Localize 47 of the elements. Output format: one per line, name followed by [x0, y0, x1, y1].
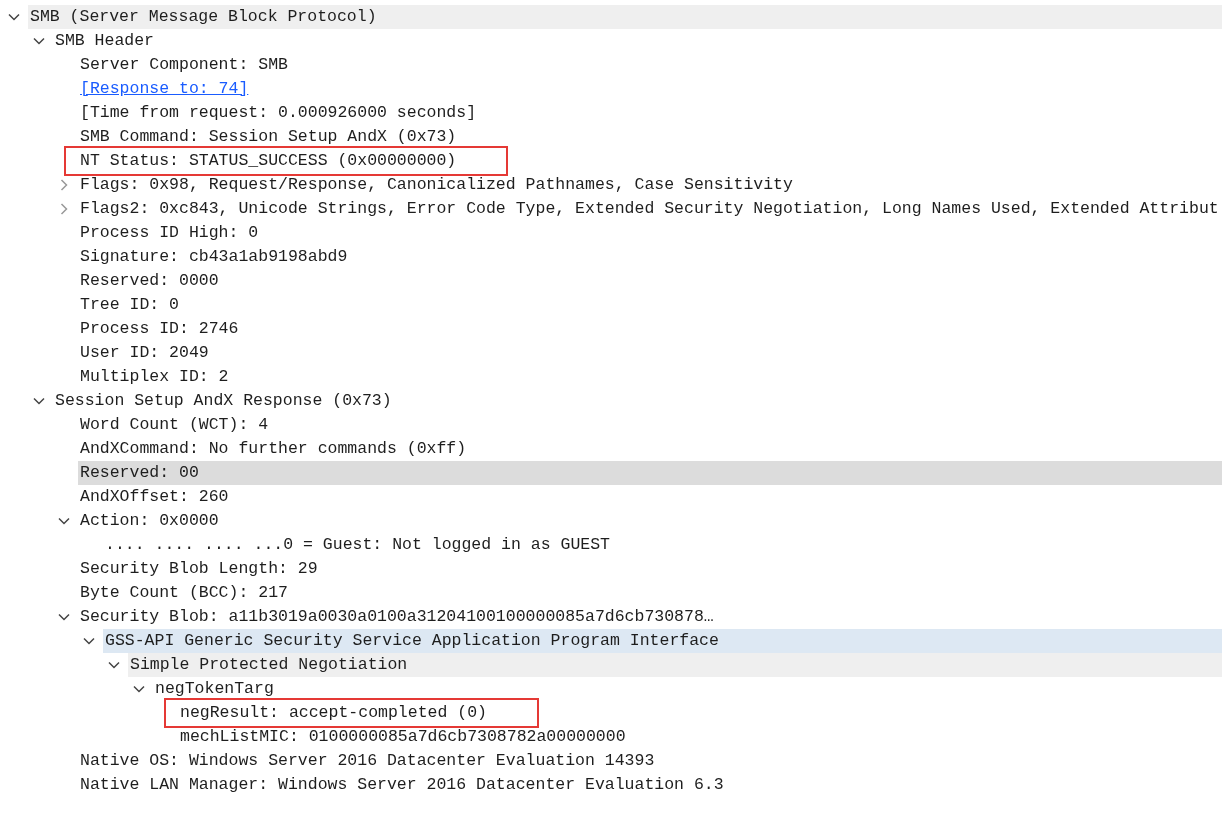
field-text: Security Blob: a11b3019a0030a0100a31204100100000085a7d6cb730878…	[80, 605, 714, 628]
chevron-right-icon[interactable]	[60, 203, 68, 215]
response-link[interactable]: [Response to: 74]	[80, 76, 249, 102]
field-text: Reserved: 00	[80, 461, 199, 484]
field-text: SMB (Server Message Block Protocol)	[30, 5, 377, 28]
field-text: AndXCommand: No further commands (0xff)	[80, 437, 467, 460]
chevron-down-icon[interactable]	[83, 637, 95, 645]
field-text: User ID: 2049	[80, 341, 209, 364]
field-text: NT Status: STATUS_SUCCESS (0x00000000)	[80, 149, 457, 172]
field-text: Server Component: SMB	[80, 53, 288, 76]
field-text: Native OS: Windows Server 2016 Datacenter Evaluation 14393	[80, 749, 655, 772]
field-text: Multiplex ID: 2	[80, 365, 229, 388]
field-text: Session Setup AndX Response (0x73)	[55, 389, 392, 412]
field-text: Tree ID: 0	[80, 293, 180, 316]
row-highlight[interactable]: SMB (Server Message Block Protocol)	[28, 5, 1222, 29]
chevron-down-icon[interactable]	[108, 661, 120, 669]
chevron-down-icon[interactable]	[8, 13, 20, 21]
chevron-down-icon[interactable]	[33, 37, 45, 45]
chevron-down-icon[interactable]	[33, 397, 45, 405]
field-text: negResult: accept-completed (0)	[180, 701, 487, 724]
row-highlight[interactable]: GSS-API Generic Security Service Application Program Interface	[103, 629, 1222, 653]
field-text: negTokenTarg	[155, 677, 274, 700]
row-highlight[interactable]: Simple Protected Negotiation	[128, 653, 1222, 677]
chevron-down-icon[interactable]	[58, 613, 70, 621]
field-text: Native LAN Manager: Windows Server 2016 Datacenter Evaluation 6.3	[80, 773, 724, 796]
field-text: Reserved: 0000	[80, 269, 219, 292]
field-text: AndXOffset: 260	[80, 485, 229, 508]
field-text: Byte Count (BCC): 217	[80, 581, 288, 604]
field-text: Flags: 0x98, Request/Response, Canonicalized Pathnames, Case Sensitivity	[80, 173, 793, 196]
chevron-down-icon[interactable]	[133, 685, 145, 693]
field-text: Process ID High: 0	[80, 221, 259, 244]
field-text: Security Blob Length: 29	[80, 557, 318, 580]
field-text: Signature: cb43a1ab9198abd9	[80, 245, 348, 268]
chevron-down-icon[interactable]	[58, 517, 70, 525]
field-text: Process ID: 2746	[80, 317, 239, 340]
field-text: Flags2: 0xc843, Unicode Strings, Error Code Type, Extended Security Negotiation, Long Names Used, Extended Attribut	[80, 197, 1219, 220]
field-text: Simple Protected Negotiation	[130, 653, 408, 676]
field-text: Action: 0x0000	[80, 509, 219, 532]
field-text: [Time from request: 0.000926000 seconds]	[80, 101, 477, 124]
field-text: SMB Header	[55, 29, 155, 52]
field-text: .... .... .... ...0 = Guest: Not logged in as GUEST	[105, 533, 610, 556]
field-text: mechListMIC: 0100000085a7d6cb7308782a00000000	[180, 725, 626, 748]
chevron-right-icon[interactable]	[60, 179, 68, 191]
field-text: GSS-API Generic Security Service Application Program Interface	[105, 629, 719, 652]
field-text: SMB Command: Session Setup AndX (0x73)	[80, 125, 457, 148]
row-highlight[interactable]: Reserved: 00	[78, 461, 1222, 485]
field-text: Word Count (WCT): 4	[80, 413, 269, 436]
